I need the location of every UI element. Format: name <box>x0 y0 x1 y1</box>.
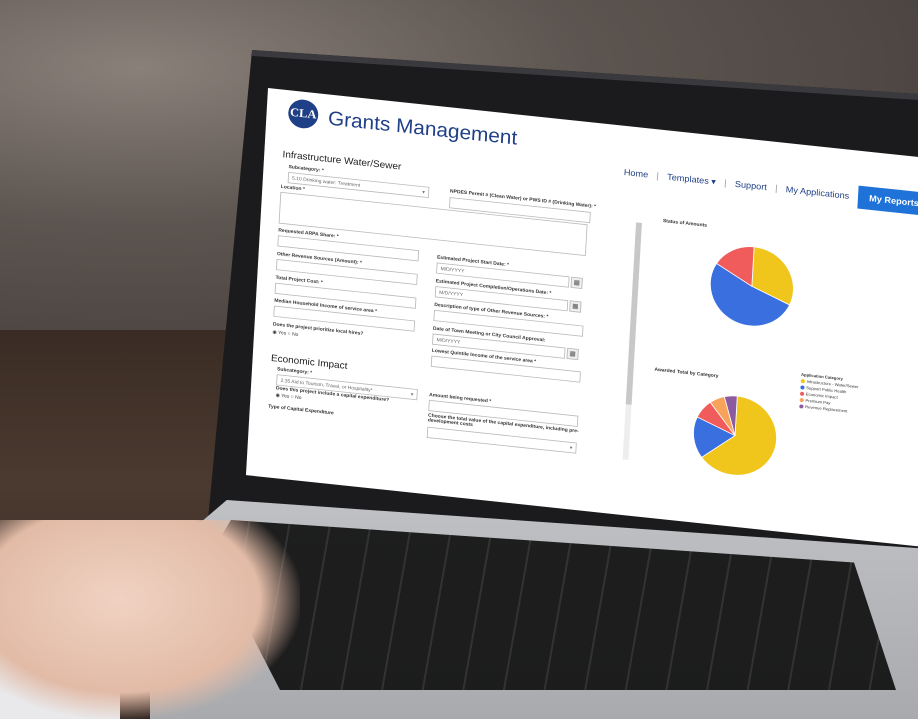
chart2-legend: Application Category Infrastructure - Wa… <box>799 372 859 416</box>
location-label: Location * <box>280 184 305 193</box>
chevron-down-icon: ▾ <box>422 190 425 196</box>
scrollbar-thumb[interactable] <box>625 222 642 405</box>
chart2-title: Awarded Total by Category <box>654 367 719 379</box>
radio-no[interactable]: No <box>292 332 299 337</box>
chevron-down-icon: ▾ <box>410 392 414 398</box>
legend-dot-icon <box>799 398 804 403</box>
charts-panel: Status of Amounts Awarded Total by Categ… <box>635 200 918 530</box>
chevron-down-icon: ▾ <box>569 445 573 451</box>
nav-templates[interactable]: Templates ▾ <box>659 171 725 188</box>
hand <box>0 520 300 719</box>
local-hires-radio[interactable]: ◉ Yes ○ No <box>272 329 298 337</box>
logo-icon[interactable]: CLA <box>287 98 320 130</box>
legend-dot-icon <box>799 404 804 409</box>
calendar-icon[interactable]: ▦ <box>569 300 582 313</box>
town-meeting-placeholder: M/D/YYYY <box>436 337 461 346</box>
capital-type-label: Type of Capital Expenditure <box>268 404 334 417</box>
legend-dot-icon <box>800 385 805 390</box>
radio-no[interactable]: No <box>295 395 302 400</box>
legend-dot-icon <box>799 391 805 397</box>
radio-yes[interactable]: Yes <box>278 331 286 337</box>
nav-home[interactable]: Home <box>615 167 656 181</box>
status-pie-chart <box>709 246 794 327</box>
start-date-placeholder: M/D/YYYY <box>440 266 465 275</box>
capital-radio[interactable]: ◉ Yes ○ No <box>275 392 301 400</box>
calendar-icon[interactable]: ▦ <box>570 276 583 290</box>
my-reports-button[interactable]: My Reports ▾ <box>856 185 918 217</box>
calendar-icon[interactable]: ▦ <box>566 347 579 361</box>
nav-support[interactable]: Support <box>726 178 775 193</box>
app-title: Grants Management <box>327 107 518 150</box>
nav-my-applications[interactable]: My Applications <box>777 184 858 202</box>
chart1-title: Status of Amounts <box>662 218 708 229</box>
radio-yes[interactable]: Yes <box>281 394 289 400</box>
screen: CLA Grants Management Home | Templates ▾ |… <box>245 88 918 548</box>
legend-dot-icon <box>800 379 806 384</box>
completion-date-placeholder: M/D/YYYY <box>439 290 464 298</box>
category-pie-chart <box>693 395 777 476</box>
